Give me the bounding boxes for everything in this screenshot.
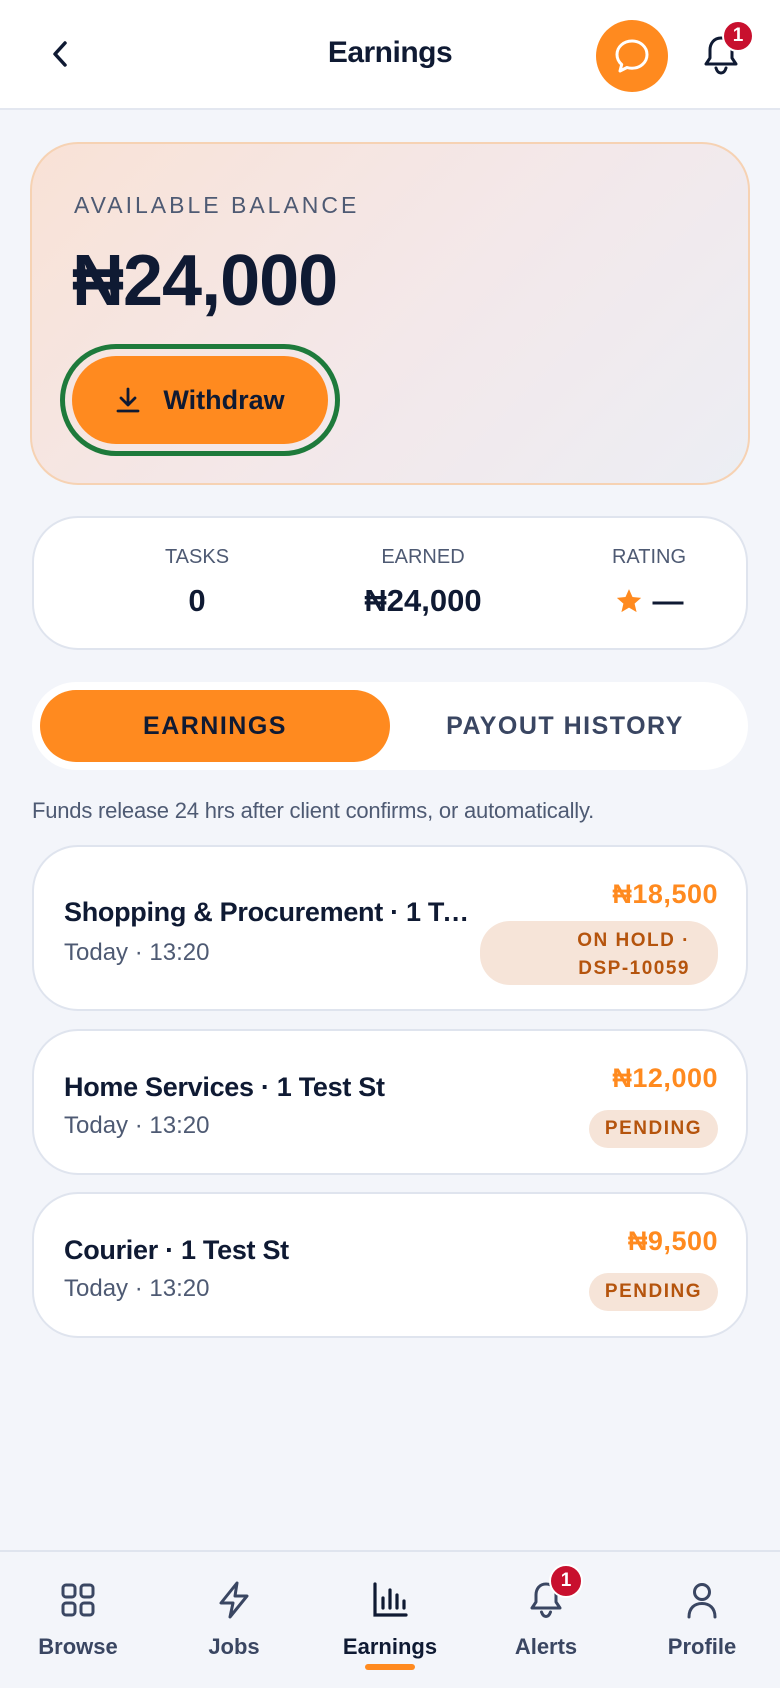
stat-value: 0 — [188, 583, 206, 618]
notification-badge: 1 — [722, 20, 754, 52]
nav-label: Alerts — [514, 1634, 578, 1659]
bottom-nav: Browse Jobs Earnings Alerts Profile — [0, 1550, 780, 1688]
stat-earned: EARNED ₦24,000 — [323, 546, 523, 619]
balance-amount: ₦24,000 — [72, 241, 338, 321]
active-tab-indicator — [365, 1664, 415, 1670]
withdraw-button[interactable]: Withdraw — [72, 356, 328, 444]
item-amount: ₦9,500 — [627, 1226, 718, 1256]
star-icon — [616, 589, 641, 613]
chat-bubble-icon — [615, 39, 649, 73]
item-time: Today · 13:20 — [64, 939, 210, 966]
release-note: Funds release 24 hrs after client confir… — [32, 798, 595, 823]
earning-item[interactable]: Shopping & Procurement · 1 Test St Today… — [32, 845, 748, 1011]
earning-item[interactable]: Courier · 1 Test St Today · 13:20 ₦9,500… — [32, 1192, 748, 1338]
nav-browse[interactable]: Browse — [8, 1578, 148, 1660]
lightning-icon — [219, 1581, 249, 1619]
bar-chart-icon — [373, 1582, 408, 1617]
nav-jobs[interactable]: Jobs — [164, 1578, 304, 1660]
stats-card: TASKS 0 EARNED ₦24,000 RATING — — [32, 516, 748, 650]
user-icon — [687, 1583, 717, 1619]
stat-label: TASKS — [164, 546, 230, 568]
item-amount: ₦18,500 — [612, 879, 718, 909]
stat-rating: RATING — — [549, 546, 749, 619]
stat-value: ₦24,000 — [364, 583, 482, 618]
app-header: Earnings — [0, 0, 780, 110]
item-time: Today · 13:20 — [64, 1275, 210, 1302]
tab-earnings[interactable]: EARNINGS — [40, 690, 390, 762]
item-title: Home Services · 1 Test St — [64, 1072, 385, 1102]
nav-label: Profile — [667, 1634, 737, 1659]
grid-icon — [61, 1583, 95, 1617]
stat-tasks: TASKS 0 — [97, 546, 297, 619]
nav-label: Browse — [38, 1634, 118, 1659]
stat-label: RATING — [611, 546, 687, 568]
nav-alerts[interactable]: Alerts — [476, 1578, 616, 1660]
earning-item[interactable]: Home Services · 1 Test St Today · 13:20 … — [32, 1029, 748, 1175]
withdraw-label: Withdraw — [163, 384, 285, 415]
nav-label: Earnings — [342, 1634, 438, 1659]
tab-payout-history[interactable]: PAYOUT HISTORY — [390, 690, 740, 762]
status-badge: PENDING — [588, 1110, 718, 1148]
item-title: Courier · 1 Test St — [64, 1235, 289, 1265]
status-badge: PENDING — [588, 1273, 718, 1311]
item-time: Today · 13:20 — [64, 1112, 210, 1139]
nav-label: Jobs — [208, 1634, 260, 1659]
earnings-tabs: EARNINGS PAYOUT HISTORY — [32, 682, 748, 770]
item-amount: ₦12,000 — [612, 1063, 718, 1093]
alerts-badge: 1 — [549, 1564, 583, 1598]
balance-label: AVAILABLE BALANCE — [74, 192, 360, 218]
chat-button[interactable] — [596, 20, 668, 92]
nav-profile[interactable]: Profile — [632, 1578, 772, 1660]
balance-card: AVAILABLE BALANCE ₦24,000 Withdraw — [30, 142, 750, 485]
item-title: Shopping & Procurement · 1 Test St — [64, 897, 474, 927]
rating-value: — — [652, 583, 684, 618]
stat-value-row: — — [549, 583, 749, 619]
stat-label: EARNED — [381, 546, 465, 568]
status-badge: ON HOLD · DSP-10059 — [480, 921, 718, 985]
nav-earnings[interactable]: Earnings — [320, 1578, 460, 1660]
download-icon — [116, 387, 140, 413]
